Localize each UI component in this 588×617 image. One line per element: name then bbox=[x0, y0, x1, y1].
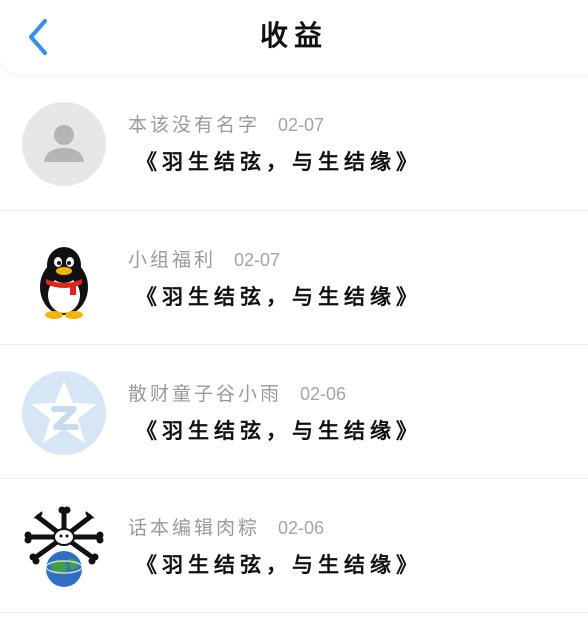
avatar[interactable] bbox=[22, 102, 106, 186]
sender-name: 散财童子谷小雨 bbox=[128, 383, 283, 405]
qq-penguin-icon bbox=[22, 237, 106, 321]
list-item[interactable]: 话本编辑肉粽 02-06 《羽生结弦，与生结缘》 bbox=[0, 479, 588, 613]
sender-name: 话本编辑肉粽 bbox=[128, 517, 261, 539]
item-message: 《羽生结弦，与生结缘》 bbox=[136, 418, 422, 443]
sender-name: 小组福利 bbox=[128, 249, 217, 271]
item-date: 02-07 bbox=[234, 250, 281, 270]
item-meta: 本该没有名字 02-07 bbox=[128, 110, 324, 137]
item-meta: 小组福利 02-07 bbox=[128, 245, 280, 272]
item-date: 02-07 bbox=[278, 115, 325, 135]
item-message: 《羽生结弦，与生结缘》 bbox=[136, 149, 422, 174]
page: 收益 本该没有名字 02-07 《羽生结弦，与生结缘》 小组福利 02-07 《… bbox=[0, 0, 588, 617]
item-date: 02-06 bbox=[300, 384, 347, 404]
item-meta: 散财童子谷小雨 02-06 bbox=[128, 379, 346, 406]
sender-name: 本该没有名字 bbox=[128, 114, 261, 136]
earnings-list: 本该没有名字 02-07 《羽生结弦，与生结缘》 小组福利 02-07 《羽生结… bbox=[0, 76, 588, 613]
default-person-icon bbox=[22, 102, 106, 186]
page-title: 收益 bbox=[259, 19, 328, 52]
top-bar: 收益 bbox=[0, 0, 588, 74]
earth-bones-icon bbox=[22, 505, 106, 589]
list-item[interactable]: 本该没有名字 02-07 《羽生结弦，与生结缘》 bbox=[0, 76, 588, 211]
star-z-icon bbox=[22, 371, 106, 455]
item-message: 《羽生结弦，与生结缘》 bbox=[136, 552, 422, 577]
list-item[interactable]: 小组福利 02-07 《羽生结弦，与生结缘》 bbox=[0, 211, 588, 345]
item-date: 02-06 bbox=[278, 518, 325, 538]
avatar[interactable] bbox=[22, 371, 106, 455]
item-meta: 话本编辑肉粽 02-06 bbox=[128, 513, 324, 540]
avatar[interactable] bbox=[22, 505, 106, 589]
item-message: 《羽生结弦，与生结缘》 bbox=[136, 284, 422, 309]
list-item[interactable]: 散财童子谷小雨 02-06 《羽生结弦，与生结缘》 bbox=[0, 345, 588, 479]
avatar[interactable] bbox=[22, 237, 106, 321]
